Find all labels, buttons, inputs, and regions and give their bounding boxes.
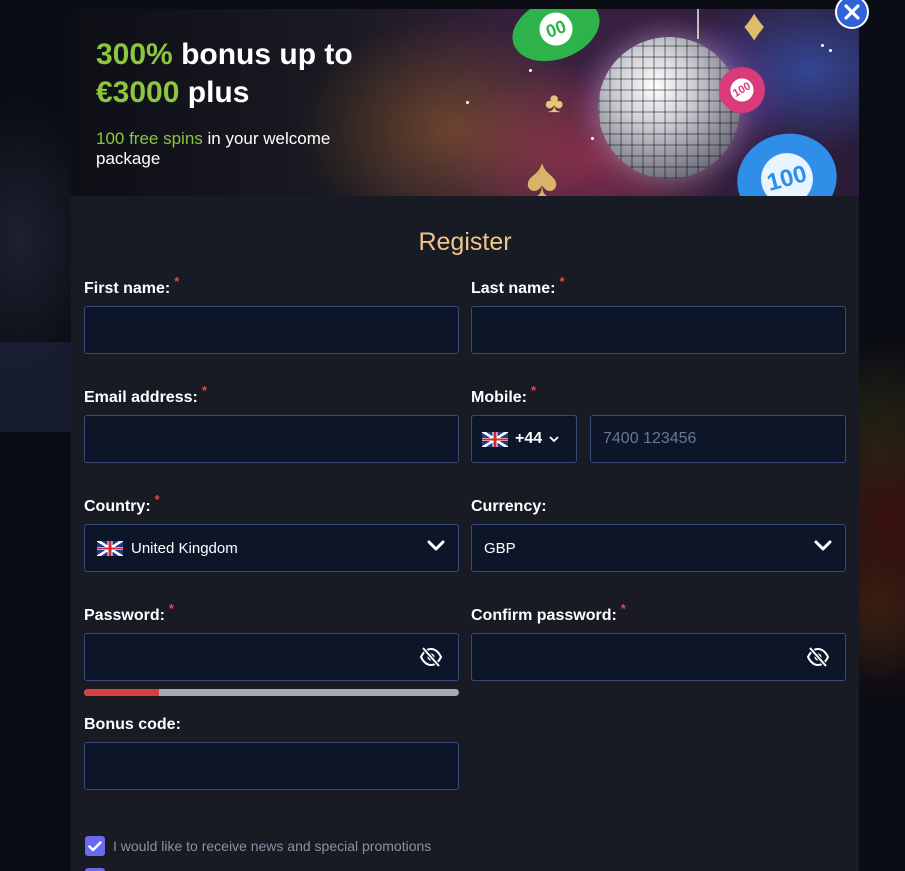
required-marker: *: [168, 601, 174, 616]
headline-text-2: plus: [179, 76, 250, 109]
currency-value: GBP: [484, 539, 516, 557]
check-icon: [88, 840, 102, 851]
eye-off-icon[interactable]: [807, 647, 829, 667]
password-strength-fill: [84, 689, 159, 696]
email-field[interactable]: [84, 415, 459, 463]
bonus-code-label-text: Bonus code:: [84, 716, 181, 733]
password-strength-meter: [84, 689, 459, 696]
disco-ball-string: [697, 9, 699, 39]
chip-pink-label: 100: [731, 80, 753, 100]
register-title: Register: [418, 228, 512, 256]
mobile-input[interactable]: [591, 416, 845, 462]
last-name-label-text: Last name:: [471, 280, 556, 297]
sparkle: [466, 101, 469, 104]
dial-code-select[interactable]: +44: [471, 415, 577, 463]
casino-chip-blue: 100: [727, 122, 847, 196]
eye-off-icon[interactable]: [420, 647, 442, 667]
mobile-label-text: Mobile:: [471, 389, 527, 406]
newsletter-checkbox[interactable]: [85, 836, 105, 856]
uk-flag-icon: [97, 540, 123, 556]
chip-green-label: 00: [542, 15, 569, 42]
password-input[interactable]: [85, 634, 458, 680]
chip-blue-label: 100: [764, 160, 810, 196]
last-name-input[interactable]: [472, 307, 845, 353]
bonus-amount: €3000: [96, 76, 180, 109]
promo-banner: 00 100 100 ♣ ♠ ♦ 300% bonus up to €3000 p…: [71, 9, 859, 196]
password-label: Password: *: [84, 601, 174, 625]
chevron-down-icon: [549, 435, 559, 442]
first-name-input[interactable]: [85, 307, 458, 353]
email-label: Email address: *: [84, 383, 207, 407]
first-name-label: First name: *: [84, 274, 179, 298]
newsletter-consent-row: I would like to receive news and special…: [85, 836, 431, 856]
close-icon: [844, 4, 860, 20]
confirm-password-label: Confirm password: *: [471, 601, 626, 625]
country-select[interactable]: United Kingdom: [84, 524, 459, 572]
required-marker: *: [201, 383, 207, 398]
sparkle: [591, 137, 594, 140]
bonus-code-field[interactable]: [84, 742, 459, 790]
required-marker: *: [154, 492, 160, 507]
register-modal: 00 100 100 ♣ ♠ ♦ 300% bonus up to €3000 p…: [71, 9, 859, 871]
mobile-label: Mobile: *: [471, 383, 536, 407]
mobile-field[interactable]: [590, 415, 846, 463]
currency-label: Currency:: [471, 498, 547, 516]
club-icon: ♣: [545, 87, 564, 118]
uk-flag-icon: [482, 431, 508, 447]
banner-headline: 300% bonus up to €3000 plus: [96, 36, 396, 112]
currency-label-text: Currency:: [471, 498, 547, 515]
email-input[interactable]: [85, 416, 458, 462]
first-name-label-text: First name:: [84, 280, 171, 297]
country-label: Country: *: [84, 492, 160, 516]
free-spins-highlight: 100 free spins: [96, 129, 203, 148]
banner-subheadline: 100 free spins in your welcome package: [96, 129, 356, 169]
chevron-down-icon: [814, 540, 832, 551]
password-field[interactable]: [84, 633, 459, 681]
required-marker: *: [174, 274, 180, 289]
sparkle: [529, 69, 532, 72]
required-marker: *: [559, 274, 565, 289]
country-content: United Kingdom: [97, 525, 238, 571]
password-label-text: Password:: [84, 607, 165, 624]
spade-icon: ♠: [526, 145, 558, 196]
backdrop-strip: [0, 342, 71, 432]
diamond-icon: ♦: [743, 9, 766, 50]
last-name-field[interactable]: [471, 306, 846, 354]
bonus-code-input[interactable]: [85, 743, 458, 789]
sparkle: [829, 49, 832, 52]
headline-text-1: bonus up to: [172, 38, 353, 71]
currency-content: GBP: [484, 525, 516, 571]
sparkle: [821, 44, 824, 47]
first-name-field[interactable]: [84, 306, 459, 354]
required-marker: *: [620, 601, 626, 616]
dial-code-value: +44: [515, 430, 543, 447]
country-value: United Kingdom: [131, 539, 238, 557]
bonus-code-label: Bonus code:: [84, 716, 181, 734]
email-label-text: Email address:: [84, 389, 198, 406]
confirm-password-field[interactable]: [471, 633, 846, 681]
disco-ball-image: [598, 37, 740, 179]
confirm-password-label-text: Confirm password:: [471, 607, 617, 624]
newsletter-checkbox-label: I would like to receive news and special…: [113, 838, 432, 854]
bonus-percent: 300%: [96, 38, 173, 71]
dial-code-content: +44: [482, 416, 559, 462]
required-marker: *: [531, 383, 537, 398]
last-name-label: Last name: *: [471, 274, 565, 298]
country-label-text: Country:: [84, 498, 151, 515]
currency-select[interactable]: GBP: [471, 524, 846, 572]
casino-chip-green: 00: [503, 9, 609, 73]
chevron-down-icon: [427, 540, 445, 551]
confirm-password-input[interactable]: [472, 634, 845, 680]
